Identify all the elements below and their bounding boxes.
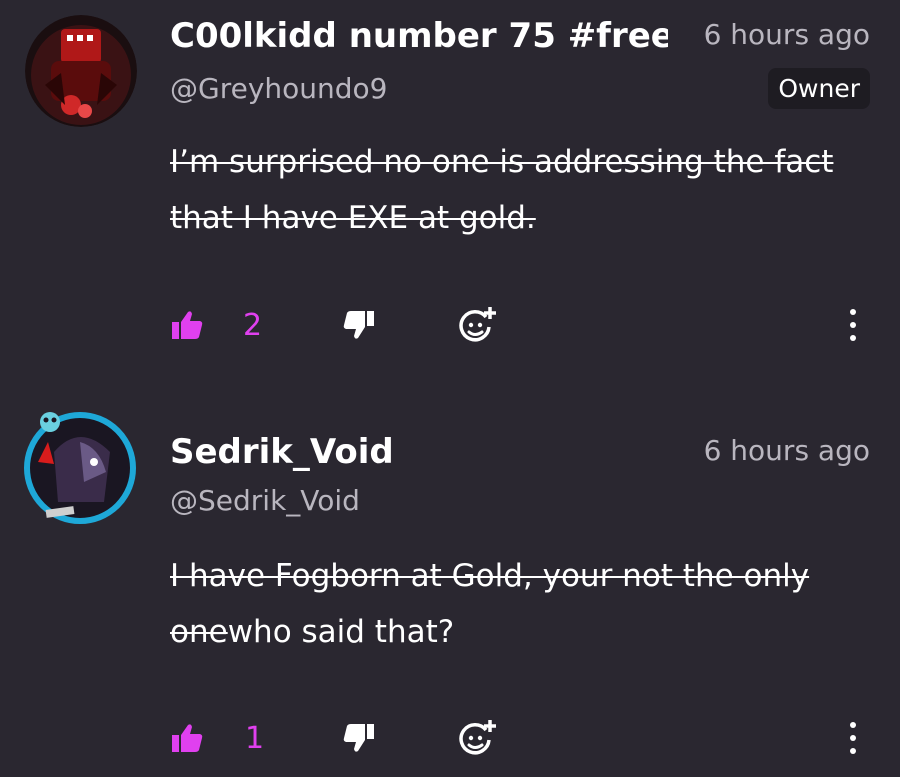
user-handle[interactable]: @Greyhoundo9 — [170, 72, 387, 105]
username[interactable]: C00lkidd number 75 #frees — [170, 16, 668, 56]
like-count: 1 — [245, 720, 265, 756]
comment-text: I have Fogborn at Gold, your not the onl… — [170, 548, 890, 660]
thumbs-down-icon — [343, 311, 374, 339]
more-options-button[interactable] — [846, 718, 860, 758]
comment-actions: 1 — [0, 718, 900, 758]
user-handle[interactable]: @Sedrik_Void — [170, 484, 360, 517]
more-options-button[interactable] — [846, 305, 860, 345]
owner-badge: Owner — [768, 68, 870, 109]
timestamp: 6 hours ago — [703, 18, 870, 51]
thumbs-up-icon — [172, 311, 203, 339]
comment-text: I’m surprised no one is addressing the f… — [170, 134, 890, 246]
like-count: 2 — [243, 307, 263, 343]
avatar[interactable] — [25, 15, 137, 127]
like-button[interactable] — [170, 718, 204, 758]
dislike-button[interactable] — [343, 305, 375, 345]
react-button[interactable] — [458, 718, 498, 758]
red-robot-avatar-icon — [25, 15, 137, 127]
comment-2: Sedrik_Void 6 hours ago @Sedrik_Void I h… — [0, 390, 900, 777]
add-emoji-icon — [459, 307, 496, 342]
react-button[interactable] — [458, 305, 498, 345]
comment-text-plain: who said that? — [227, 614, 455, 650]
thumbs-up-icon — [172, 724, 203, 752]
add-emoji-icon — [459, 720, 496, 755]
timestamp: 6 hours ago — [703, 434, 870, 467]
thumbs-down-icon — [343, 724, 374, 752]
comment-1: C00lkidd number 75 #frees 6 hours ago @G… — [0, 0, 900, 390]
dislike-button[interactable] — [343, 718, 375, 758]
avatar[interactable] — [24, 412, 136, 524]
more-options-icon — [848, 722, 858, 754]
more-options-icon — [848, 309, 858, 341]
comment-actions: 2 — [0, 305, 900, 345]
comment-text-struck: I’m surprised no one is addressing the f… — [170, 144, 834, 236]
like-button[interactable] — [170, 305, 204, 345]
void-character-avatar-icon — [24, 412, 136, 524]
username[interactable]: Sedrik_Void — [170, 432, 650, 472]
